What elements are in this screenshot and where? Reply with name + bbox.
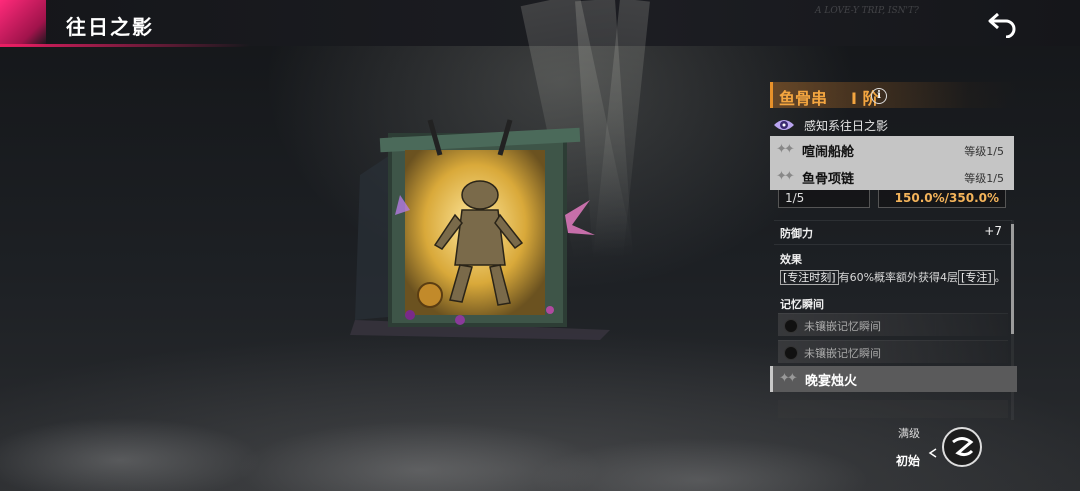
defense-label: 防御力 [780, 227, 813, 240]
dropdown-item[interactable]: ✦✦ 鱼骨项链 等级1/5 [770, 163, 1014, 190]
memory-label: 记忆瞬间 [780, 298, 824, 311]
header-accent-line [0, 44, 250, 47]
memory-slot-text: 未镶嵌记忆瞬间 [804, 320, 881, 333]
level-toggle-knob[interactable] [942, 427, 982, 467]
back-arrow-icon[interactable] [986, 8, 1020, 38]
next-item-bar[interactable]: ✦✦ 晚宴烛火 [770, 366, 1017, 392]
stat-boxes: 1/5 150.0%/350.0% [778, 187, 1014, 211]
divider [774, 244, 1012, 245]
page-title: 往日之影 [66, 15, 154, 39]
level-box: 1/5 [778, 187, 870, 208]
memory-slot-text: 未镶嵌记忆瞬间 [804, 347, 881, 360]
effect-text-end: 。 [994, 271, 1006, 284]
perception-eye-icon [774, 120, 794, 130]
memory-slot[interactable]: 未镶嵌记忆瞬间 [778, 340, 1008, 363]
dropdown-item-level: 等级1/5 [964, 172, 1004, 185]
info-icon[interactable]: i [871, 88, 887, 104]
effect-text: [专注时刻] 有60%概率额外获得4层 [专注]。 [780, 269, 1006, 285]
faded-row [778, 400, 1008, 418]
item-artwork [350, 119, 610, 340]
empty-slot-icon [784, 346, 798, 360]
effect-tag[interactable]: [专注时刻] [780, 270, 839, 285]
defense-value: +7 [984, 224, 1002, 238]
memory-slot[interactable]: 未镶嵌记忆瞬间 [778, 313, 1008, 336]
slot-icon: ✦✦ [779, 371, 798, 386]
dropdown-item-level: 等级1/5 [964, 145, 1004, 158]
next-item-name: 晚宴烛火 [805, 374, 858, 389]
header-accent [0, 0, 46, 46]
arrow-left-icon [928, 448, 937, 458]
item-type-text: 感知系往日之影 [804, 119, 889, 133]
toggle-symbol-icon [952, 437, 974, 457]
empty-slot-icon [784, 319, 798, 333]
dropdown-item-name: 鱼骨项链 [802, 172, 855, 187]
item-name: 鱼骨串 [779, 89, 828, 108]
item-name-bar: 鱼骨串 I 阶 i [770, 82, 1017, 108]
slot-icon: ✦✦ [776, 169, 795, 184]
percent-box: 150.0%/350.0% [878, 187, 1006, 208]
effect-tag[interactable]: [专注] [958, 270, 995, 285]
effect-text-mid: 有60%概率额外获得4层 [838, 271, 959, 284]
level-switch[interactable]: 满级 初始 [890, 423, 990, 473]
scrollbar-thumb[interactable] [1011, 224, 1014, 334]
dropdown-item-name: 喧闹船舱 [802, 145, 855, 160]
initial-level-label[interactable]: 初始 [896, 452, 920, 469]
item-type-row: 感知系往日之影 [770, 114, 1014, 136]
slot-icon: ✦✦ [776, 142, 795, 157]
item-dropdown: ✦✦ 喧闹船舱 等级1/5 ✦✦ 鱼骨项链 等级1/5 [770, 136, 1014, 190]
max-level-label[interactable]: 满级 [898, 425, 920, 441]
divider [774, 220, 1012, 221]
effect-label: 效果 [780, 253, 802, 266]
dropdown-item[interactable]: ✦✦ 喧闹船舱 等级1/5 [770, 136, 1014, 163]
header-watermark: A LOVE-Y TRIP, ISN'T? [815, 6, 919, 16]
